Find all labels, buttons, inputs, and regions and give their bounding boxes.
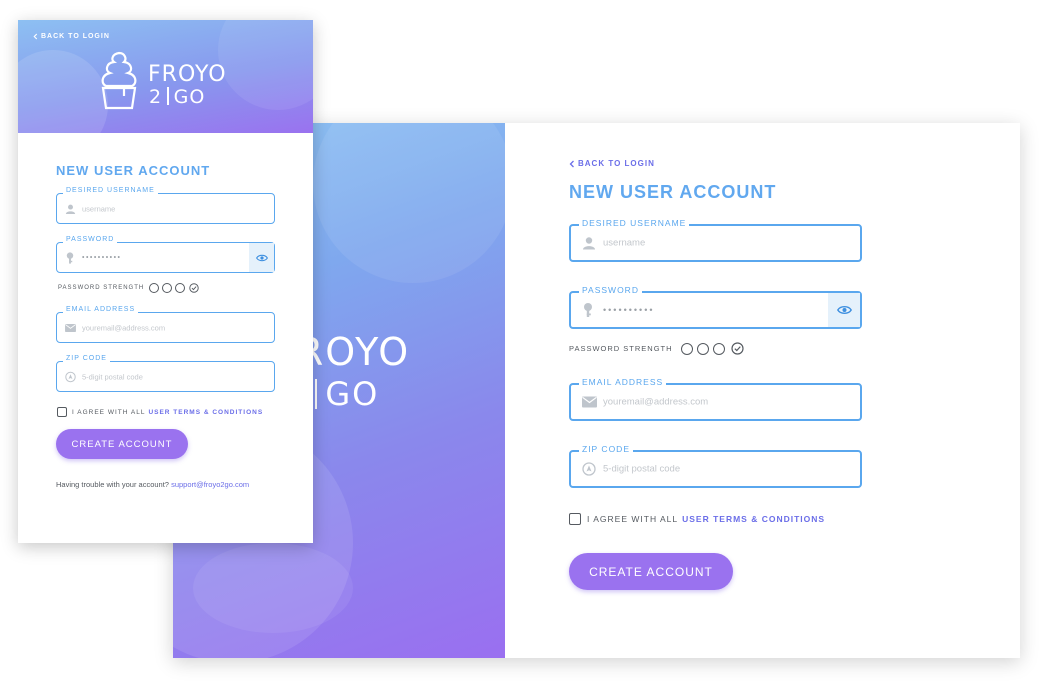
- support-help-text: Having trouble with your account? suppor…: [56, 480, 249, 489]
- email-label: EMAIL ADDRESS: [579, 377, 667, 387]
- strength-dot: [696, 342, 709, 355]
- password-strength: PASSWORD STRENGTH: [569, 342, 744, 355]
- mobile-password-input[interactable]: ••••••••••: [82, 254, 122, 261]
- mobile-back-link-label: BACK TO LOGIN: [41, 33, 110, 40]
- strength-dot: [712, 342, 725, 355]
- mobile-email-label: EMAIL ADDRESS: [63, 306, 139, 313]
- password-field[interactable]: PASSWORD ••••••••••: [569, 285, 862, 329]
- signup-form: BACK TO LOGIN NEW USER ACCOUNT DESIRED U…: [569, 123, 989, 658]
- mobile-username-field[interactable]: DESIRED USERNAME username: [56, 187, 275, 224]
- username-input[interactable]: username: [603, 238, 645, 249]
- mobile-create-account-button[interactable]: CREATE ACCOUNT: [56, 429, 188, 459]
- zip-field[interactable]: ZIP CODE 5-digit postal code: [569, 444, 862, 488]
- mobile-brand-sub: 2 GO: [149, 86, 206, 108]
- create-account-button[interactable]: CREATE ACCOUNT: [569, 553, 733, 590]
- mobile-email-field[interactable]: EMAIL ADDRESS youremail@address.com: [56, 306, 275, 343]
- user-icon: [65, 204, 76, 214]
- mobile-page-title: NEW USER ACCOUNT: [56, 163, 211, 178]
- location-icon: [582, 462, 596, 476]
- mobile-password-strength: PASSWORD STRENGTH: [58, 283, 199, 293]
- terms-agreement: I AGREE WITH ALL USER TERMS & CONDITIONS: [569, 513, 825, 525]
- check-circle-icon: [730, 342, 744, 355]
- froyo-cup-icon: [98, 50, 140, 117]
- key-icon: [65, 251, 75, 264]
- password-label: PASSWORD: [579, 285, 642, 295]
- zip-input[interactable]: 5-digit postal code: [603, 464, 680, 475]
- strength-dot: [680, 342, 693, 355]
- username-field[interactable]: DESIRED USERNAME username: [569, 218, 862, 262]
- mobile-email-input[interactable]: youremail@address.com: [82, 323, 165, 332]
- mobile-terms-checkbox[interactable]: [57, 407, 67, 417]
- envelope-icon: [65, 323, 76, 332]
- support-email-link[interactable]: support@froyo2go.com: [171, 480, 249, 489]
- mobile-terms-agreement: I AGREE WITH ALL USER TERMS & CONDITIONS: [57, 407, 263, 417]
- envelope-icon: [582, 396, 597, 408]
- terms-checkbox[interactable]: [569, 513, 581, 525]
- password-strength-label: PASSWORD STRENGTH: [569, 344, 673, 353]
- eye-icon[interactable]: [828, 293, 860, 327]
- page-title: NEW USER ACCOUNT: [569, 182, 777, 202]
- mobile-brand-wordmark: FROYO: [148, 62, 227, 87]
- back-to-login-link[interactable]: BACK TO LOGIN: [569, 159, 655, 168]
- mobile-zip-input[interactable]: 5-digit postal code: [82, 372, 143, 381]
- help-text: Having trouble with your account?: [56, 480, 169, 489]
- username-label: DESIRED USERNAME: [579, 218, 690, 228]
- mobile-terms-link[interactable]: USER TERMS & CONDITIONS: [148, 409, 263, 416]
- eye-icon[interactable]: [249, 243, 274, 272]
- chevron-left-icon: [33, 33, 38, 40]
- mobile-back-to-login-link[interactable]: BACK TO LOGIN: [33, 33, 110, 40]
- agree-text: I AGREE WITH ALL: [587, 514, 679, 524]
- check-circle-icon: [189, 283, 199, 293]
- back-link-label: BACK TO LOGIN: [578, 159, 655, 168]
- mobile-agree-text: I AGREE WITH ALL: [72, 408, 146, 416]
- mobile-password-label: PASSWORD: [63, 236, 118, 243]
- mobile-username-input[interactable]: username: [82, 204, 115, 213]
- mobile-zip-field[interactable]: ZIP CODE 5-digit postal code: [56, 355, 275, 392]
- mobile-password-field[interactable]: PASSWORD ••••••••••: [56, 236, 275, 273]
- email-input[interactable]: youremail@address.com: [603, 397, 708, 408]
- mobile-zip-label: ZIP CODE: [63, 355, 110, 362]
- user-icon: [582, 237, 596, 250]
- mobile-hero-banner: BACK TO LOGIN FROYO 2 GO: [18, 20, 313, 133]
- password-input[interactable]: ••••••••••: [603, 305, 655, 315]
- mobile-username-label: DESIRED USERNAME: [63, 187, 158, 194]
- strength-dot: [162, 283, 173, 293]
- strength-dot: [175, 283, 186, 293]
- strength-dot: [149, 283, 160, 293]
- mobile-signup-card: BACK TO LOGIN FROYO 2 GO NEW USER ACCOUNT…: [18, 20, 313, 543]
- location-icon: [65, 371, 76, 382]
- key-icon: [582, 303, 594, 318]
- email-field[interactable]: EMAIL ADDRESS youremail@address.com: [569, 377, 862, 421]
- zip-label: ZIP CODE: [579, 444, 633, 454]
- terms-link[interactable]: USER TERMS & CONDITIONS: [682, 514, 825, 524]
- mobile-strength-label: PASSWORD STRENGTH: [58, 285, 145, 291]
- chevron-left-icon: [569, 160, 574, 167]
